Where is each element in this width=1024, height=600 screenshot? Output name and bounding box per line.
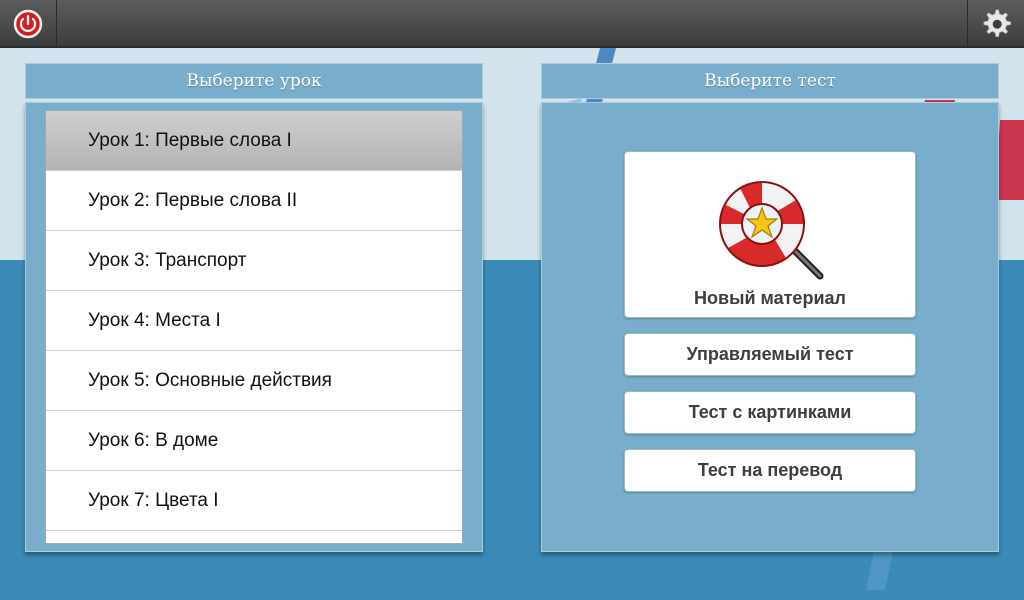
lesson-label: Урок 1: Первые слова I (88, 129, 292, 151)
lesson-label: Урок 6: В доме (88, 429, 219, 451)
lesson-item-3[interactable]: Урок 3: Транспорт (46, 231, 462, 291)
lesson-item-4[interactable]: Урок 4: Места I (46, 291, 462, 351)
guided-test-label: Управляемый тест (686, 344, 854, 364)
new-material-button[interactable]: Новый материал (624, 151, 916, 318)
tests-panel-header: Выберите тест (541, 63, 999, 99)
tests-panel-title: Выберите тест (704, 71, 836, 91)
picture-test-button[interactable]: Тест с картинками (624, 391, 916, 434)
top-bar (0, 0, 1024, 48)
lesson-list[interactable]: Урок 1: Первые слова I Урок 2: Первые сл… (45, 110, 463, 544)
lesson-item-6[interactable]: Урок 6: В доме (46, 411, 462, 471)
lesson-item-5[interactable]: Урок 5: Основные действия (46, 351, 462, 411)
gear-icon (983, 9, 1011, 37)
power-icon (13, 9, 43, 39)
lesson-label: Урок 7: Цвета I (88, 489, 219, 511)
lesson-label: Урок 2: Первые слова II (88, 189, 298, 211)
lessons-panel-title: Выберите урок (186, 71, 322, 91)
picture-test-label: Тест с картинками (688, 402, 852, 422)
lesson-item-1[interactable]: Урок 1: Первые слова I (46, 111, 462, 171)
power-button[interactable] (0, 0, 57, 48)
lesson-item-7[interactable]: Урок 7: Цвета I (46, 471, 462, 531)
lessons-panel-header: Выберите урок (25, 63, 483, 99)
guided-test-button[interactable]: Управляемый тест (624, 333, 916, 376)
translation-test-button[interactable]: Тест на перевод (624, 449, 916, 492)
settings-button[interactable] (967, 0, 1024, 48)
lesson-label: Урок 3: Транспорт (88, 249, 247, 271)
translation-test-label: Тест на перевод (697, 460, 843, 480)
new-material-label: Новый материал (694, 288, 846, 308)
lesson-item-2[interactable]: Урок 2: Первые слова II (46, 171, 462, 231)
lesson-label: Урок 4: Места I (88, 309, 221, 331)
lesson-label: Урок 5: Основные действия (88, 369, 332, 391)
lifebuoy-magnifier-star-icon (719, 181, 824, 280)
